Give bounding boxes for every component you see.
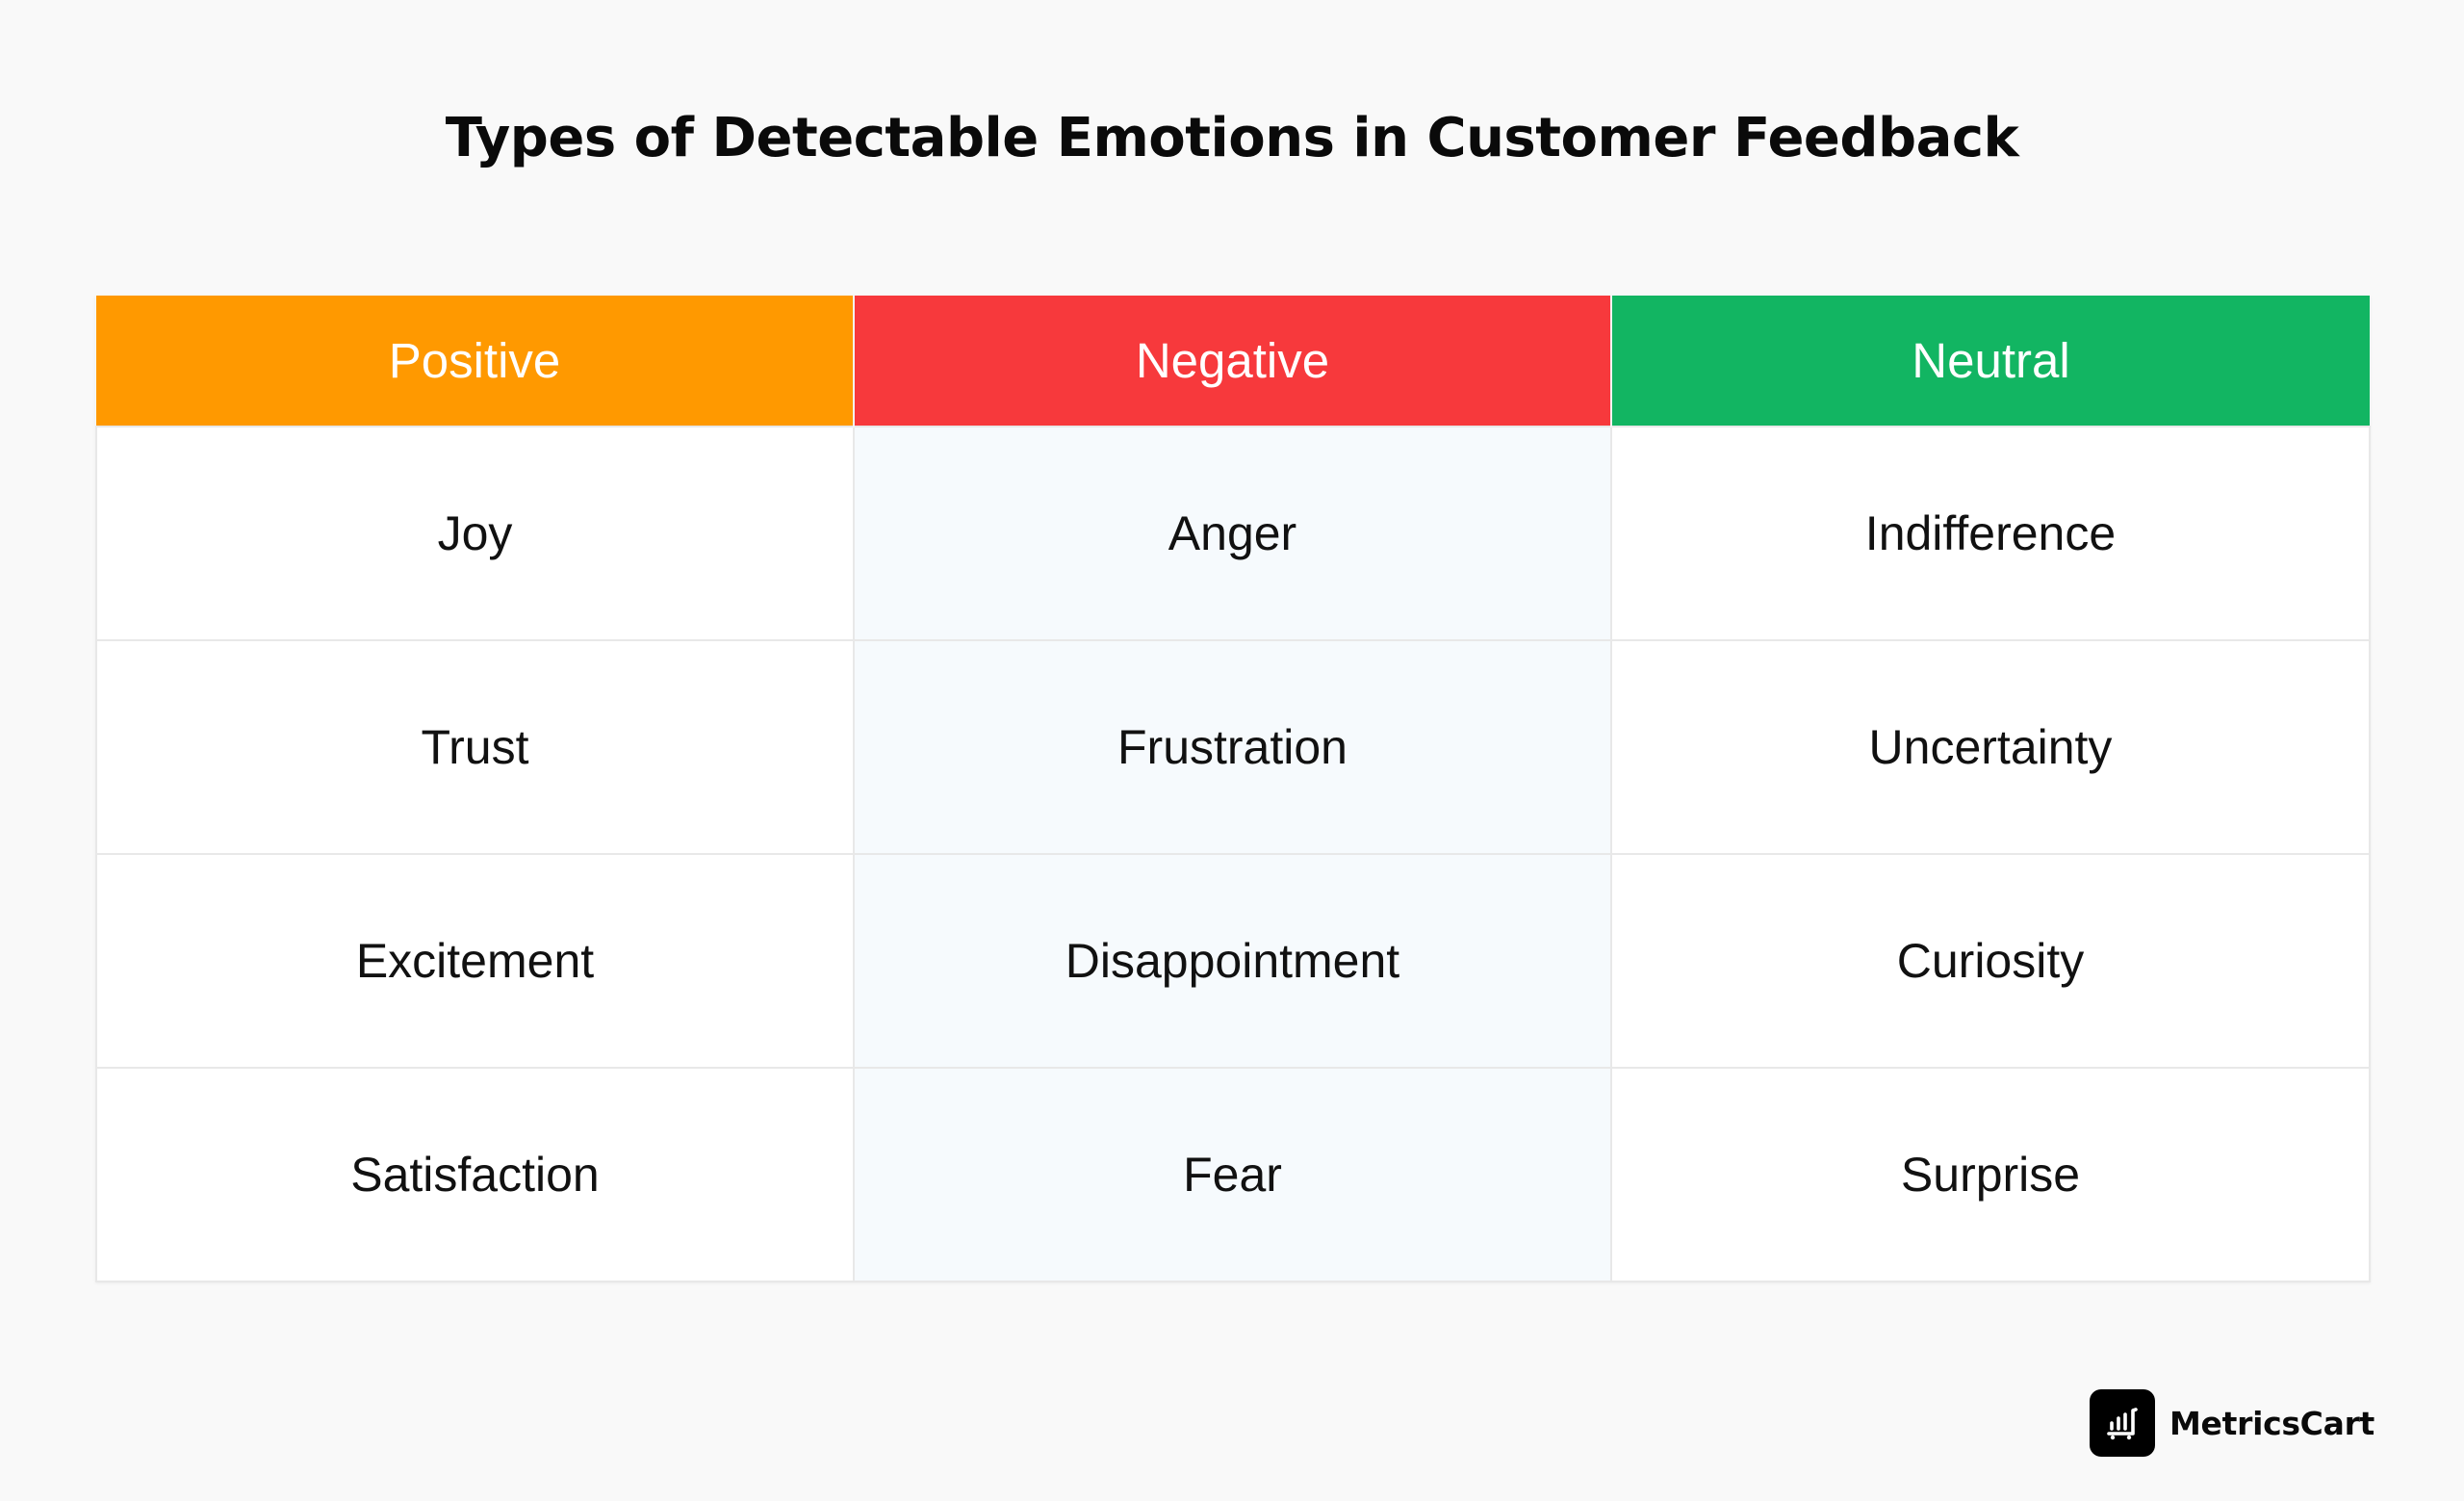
table-cell-negative: Frustration	[853, 639, 1612, 855]
table-cell-neutral: Indifference	[1610, 426, 2371, 641]
brand-logo	[2090, 1389, 2155, 1457]
table-cell-negative: Disappointment	[853, 853, 1612, 1069]
column-header-negative: Negative	[853, 296, 1611, 427]
table-cell-negative: Anger	[853, 426, 1612, 641]
table-cell-positive: Trust	[95, 639, 855, 855]
table-cell-neutral: Uncertainty	[1610, 639, 2371, 855]
brand-name: MetricsCart	[2169, 1404, 2375, 1442]
table-cell-positive: Excitement	[95, 853, 855, 1069]
page-title: Types of Detectable Emotions in Customer…	[445, 107, 2019, 169]
table-row: Excitement Disappointment Curiosity	[95, 853, 2371, 1069]
table-cell-neutral: Curiosity	[1610, 853, 2371, 1069]
table-row: Satisfaction Fear Surprise	[95, 1067, 2371, 1282]
table-cell-positive: Joy	[95, 426, 855, 641]
table-row: Trust Frustration Uncertainty	[95, 639, 2371, 855]
table-header-row: Positive Negative Neutral	[96, 296, 2370, 427]
table-cell-positive: Satisfaction	[95, 1067, 855, 1282]
emotion-table: Positive Negative Neutral Joy Anger Indi…	[95, 296, 2371, 1282]
column-header-neutral: Neutral	[1610, 296, 2370, 427]
table-cell-negative: Fear	[853, 1067, 1612, 1282]
brand-footer: MetricsCart	[2090, 1389, 2374, 1457]
table-row: Joy Anger Indifference	[95, 426, 2371, 641]
bar-chart-cart-icon	[2107, 1408, 2138, 1440]
table-cell-neutral: Surprise	[1610, 1067, 2371, 1282]
column-header-positive: Positive	[96, 296, 854, 427]
